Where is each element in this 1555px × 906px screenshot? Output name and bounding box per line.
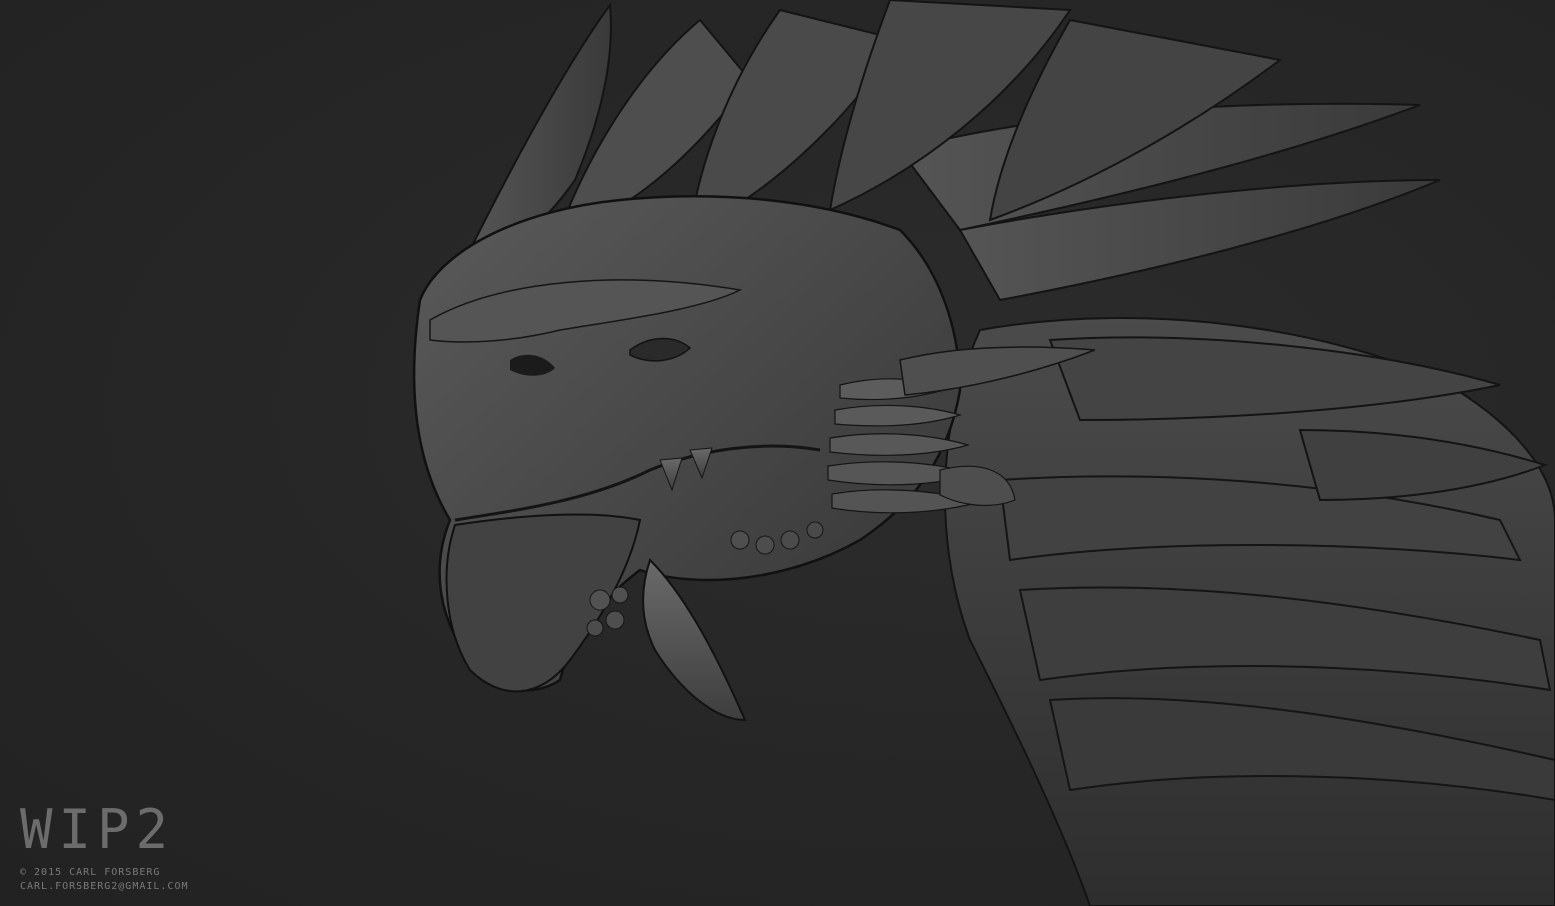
dragon-sculpt-illustration xyxy=(412,0,1555,906)
fang xyxy=(642,558,747,722)
render-canvas: WIP2 © 2015 CARL FORSBERG CARL.FORSBERG2… xyxy=(0,0,1555,906)
wip-title: WIP2 xyxy=(20,798,175,861)
lower-jaw xyxy=(445,513,642,693)
jaw-scale xyxy=(730,530,750,550)
jaw-scale xyxy=(755,535,775,555)
jaw-scale xyxy=(780,530,800,550)
watermark: WIP2 © 2015 CARL FORSBERG CARL.FORSBERG2… xyxy=(20,802,189,894)
jaw-scale xyxy=(589,589,611,611)
jaw-scale xyxy=(586,619,604,637)
email-line: CARL.FORSBERG2@GMAIL.COM xyxy=(20,881,189,892)
jaw-scale xyxy=(611,586,629,604)
jaw-scale xyxy=(605,610,625,630)
jaw-scale xyxy=(806,521,824,539)
copyright-line: © 2015 CARL FORSBERG xyxy=(20,867,161,878)
